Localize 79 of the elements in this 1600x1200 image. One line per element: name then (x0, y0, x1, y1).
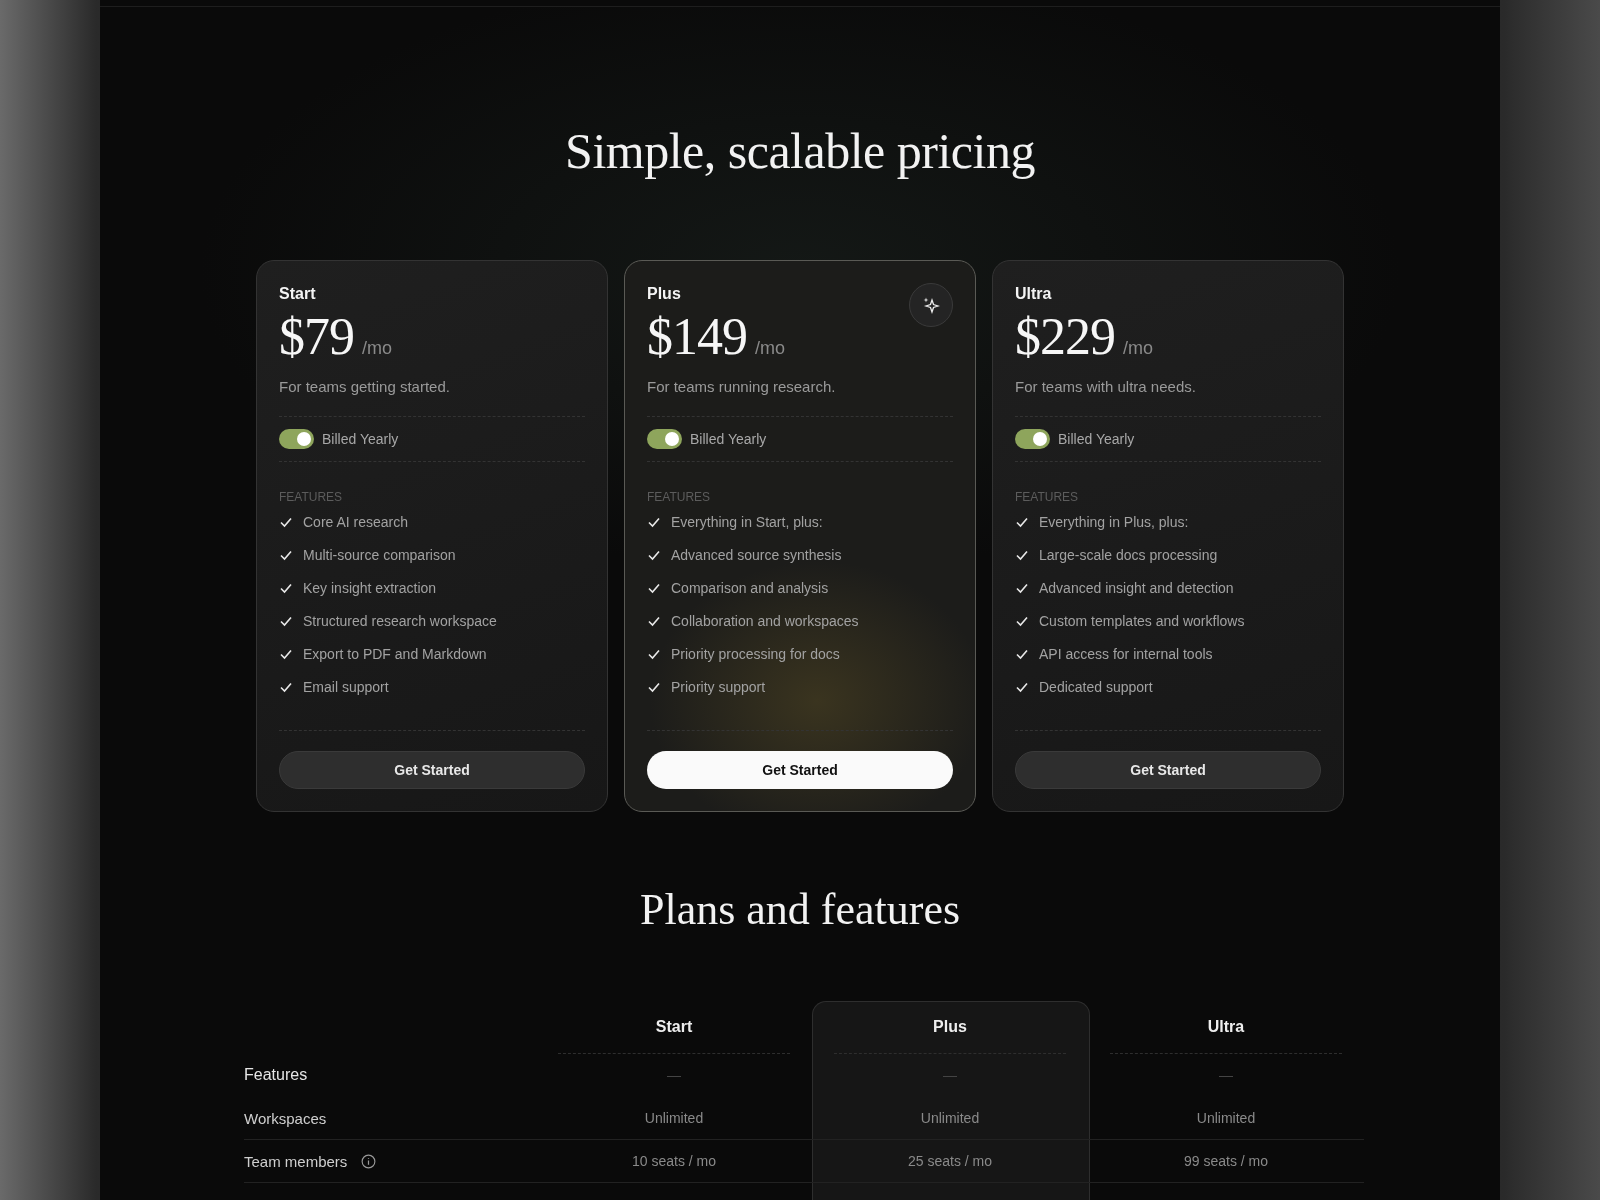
billing-toggle[interactable] (647, 429, 682, 449)
plan-name: Start (279, 285, 317, 303)
feature-text: Priority support (671, 679, 766, 695)
feature-text: API access for internal tools (1039, 646, 1213, 662)
check-icon (647, 548, 661, 562)
feature-text: Export to PDF and Markdown (303, 646, 487, 662)
column-header: Ultra (1110, 1001, 1342, 1054)
check-icon (1015, 515, 1029, 529)
features-heading: FEATURES (647, 490, 712, 504)
feature-text: Advanced source synthesis (671, 547, 842, 563)
sparkle-icon (909, 283, 953, 327)
check-icon (1015, 548, 1029, 562)
column-header: Plus (834, 1001, 1066, 1054)
plan-price: $149 (647, 307, 747, 366)
check-icon (279, 515, 293, 529)
check-icon (279, 548, 293, 562)
features-heading: FEATURES (1015, 490, 1080, 504)
price-period: /mo (755, 338, 785, 359)
row-label: Team members (244, 1152, 348, 1170)
get-started-button[interactable]: Get Started (1015, 751, 1321, 789)
plan-price: $79 (279, 307, 354, 366)
plan-price: $229 (1015, 307, 1115, 366)
feature-text: Advanced insight and detection (1039, 580, 1234, 596)
check-icon (279, 581, 293, 595)
billing-label: Billed Yearly (690, 431, 767, 447)
price-period: /mo (362, 338, 392, 359)
feature-text: Structured research workspace (303, 613, 497, 629)
feature-text: Email support (303, 679, 389, 695)
check-icon (279, 614, 293, 628)
plan-description: For teams with ultra needs. (1015, 378, 1321, 417)
feature-text: Priority processing for docs (671, 646, 840, 662)
check-icon (647, 647, 661, 661)
table-cell: Unlimited (1196, 1110, 1256, 1126)
plan-name: Plus (647, 285, 682, 303)
row-label: Features (244, 1066, 308, 1084)
row-label: Workspaces (244, 1109, 327, 1127)
table-cell: — (1219, 1067, 1233, 1083)
table-cell: — (943, 1067, 957, 1083)
feature-text: Dedicated support (1039, 679, 1153, 695)
table-cell: 25 seats / mo (907, 1153, 992, 1169)
check-icon (1015, 680, 1029, 694)
get-started-button[interactable]: Get Started (647, 751, 953, 789)
feature-text: Core AI research (303, 514, 409, 530)
feature-text: Everything in Plus, plus: (1039, 514, 1189, 530)
features-heading: FEATURES (279, 490, 344, 504)
check-icon (279, 680, 293, 694)
check-icon (647, 680, 661, 694)
billing-toggle[interactable] (1015, 429, 1050, 449)
billing-toggle[interactable] (279, 429, 314, 449)
feature-text: Everything in Start, plus: (671, 514, 823, 530)
feature-text: Custom templates and workflows (1039, 613, 1245, 629)
feature-text: Key insight extraction (303, 580, 437, 596)
get-started-button[interactable]: Get Started (279, 751, 585, 789)
check-icon (1015, 614, 1029, 628)
table-cell: 99 seats / mo (1183, 1153, 1268, 1169)
check-icon (647, 614, 661, 628)
info-icon[interactable] (361, 1153, 377, 1169)
plan-name: Ultra (1015, 285, 1053, 303)
page-heading: Simple, scalable pricing (565, 122, 1035, 180)
check-icon (279, 647, 293, 661)
table-cell: — (667, 1067, 681, 1083)
check-icon (647, 515, 661, 529)
check-icon (1015, 647, 1029, 661)
feature-text: Collaboration and workspaces (671, 613, 859, 629)
section-heading: Plans and features (639, 884, 961, 935)
billing-label: Billed Yearly (1058, 431, 1135, 447)
table-cell: Unlimited (644, 1110, 704, 1126)
plan-description: For teams getting started. (279, 378, 585, 417)
check-icon (1015, 581, 1029, 595)
billing-label: Billed Yearly (322, 431, 399, 447)
table-cell: Unlimited (920, 1110, 980, 1126)
table-cell: 10 seats / mo (631, 1153, 716, 1169)
check-icon (647, 581, 661, 595)
column-header: Start (558, 1001, 790, 1054)
feature-text: Large-scale docs processing (1039, 547, 1218, 563)
price-period: /mo (1123, 338, 1153, 359)
plan-description: For teams running research. (647, 378, 953, 417)
feature-text: Multi-source comparison (303, 547, 456, 563)
feature-text: Comparison and analysis (671, 580, 829, 596)
